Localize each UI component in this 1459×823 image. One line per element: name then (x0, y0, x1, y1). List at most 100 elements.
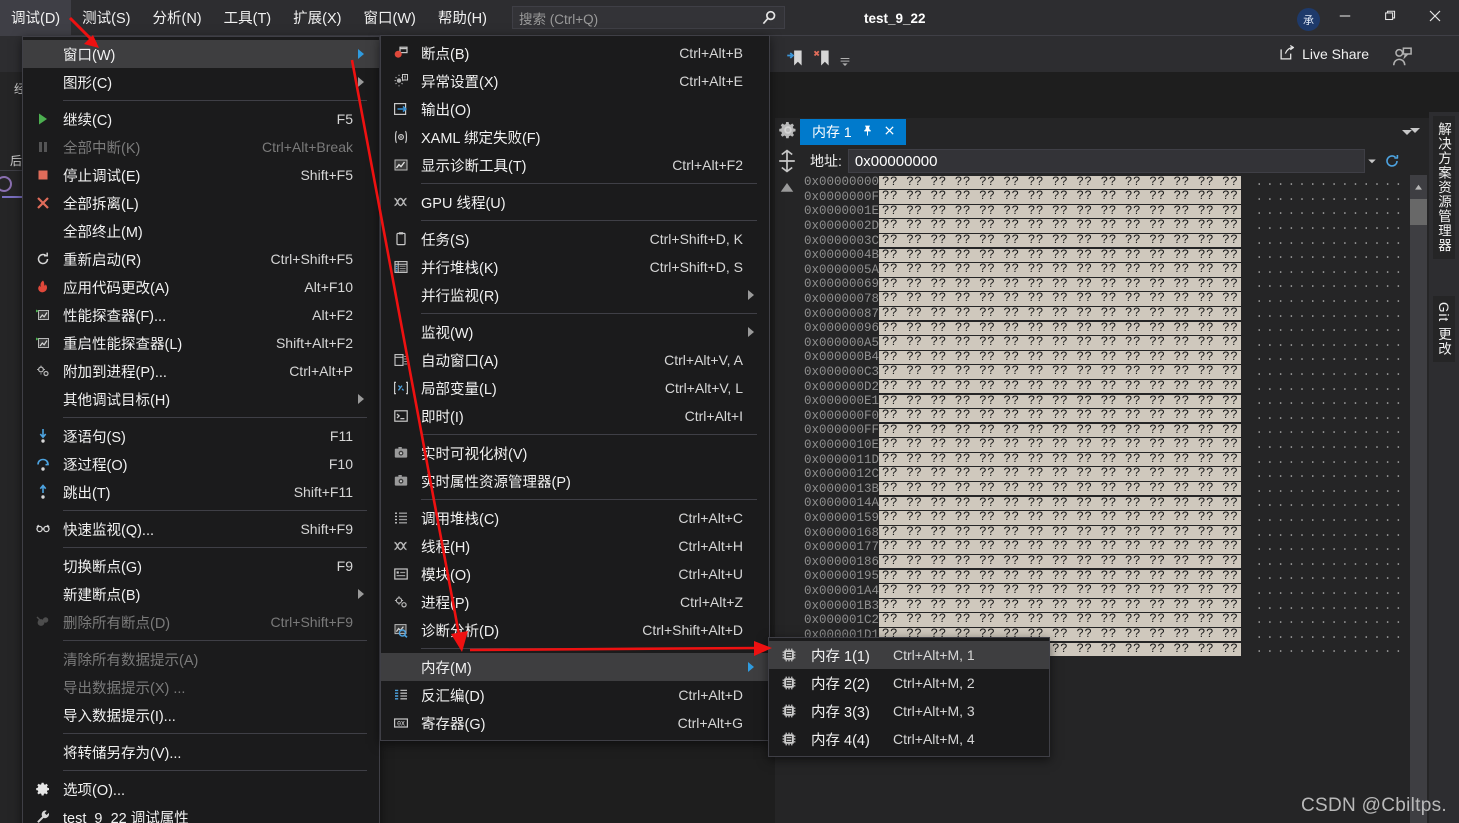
menu-item[interactable]: 调用堆栈(C) Ctrl+Alt+C (381, 504, 769, 532)
memory-row-hex[interactable]: ?? ?? ?? ?? ?? ?? ?? ?? ?? ?? ?? ?? ?? ?… (879, 175, 1242, 189)
memory-row-hex[interactable]: ?? ?? ?? ?? ?? ?? ?? ?? ?? ?? ?? ?? ?? ?… (879, 408, 1242, 423)
minimize-button[interactable] (1322, 0, 1367, 32)
menu-item[interactable]: 线程(H) Ctrl+Alt+H (381, 532, 769, 560)
memory-row[interactable]: 0x0000014A?? ?? ?? ?? ?? ?? ?? ?? ?? ?? … (800, 496, 1405, 511)
memory-row-hex[interactable]: ?? ?? ?? ?? ?? ?? ?? ?? ?? ?? ?? ?? ?? ?… (879, 583, 1242, 598)
menu-item[interactable]: 窗口(W) (23, 40, 379, 68)
memory-row[interactable]: 0x0000003C?? ?? ?? ?? ?? ?? ?? ?? ?? ?? … (800, 233, 1405, 248)
memory-row[interactable]: 0x000000D2?? ?? ?? ?? ?? ?? ?? ?? ?? ?? … (800, 379, 1405, 394)
memory-row[interactable]: 0x00000177?? ?? ?? ?? ?? ?? ?? ?? ?? ?? … (800, 540, 1405, 555)
bookmark-next-icon[interactable] (786, 48, 806, 68)
memory-row-hex[interactable]: ?? ?? ?? ?? ?? ?? ?? ?? ?? ?? ?? ?? ?? ?… (879, 277, 1242, 292)
menu-item[interactable]: 重启性能探查器(L) Shift+Alt+F2 (23, 329, 379, 357)
memory-row[interactable]: 0x00000069?? ?? ?? ?? ?? ?? ?? ?? ?? ?? … (800, 277, 1405, 292)
menu-item[interactable]: 图形(C) (23, 68, 379, 96)
memory-row-hex[interactable]: ?? ?? ?? ?? ?? ?? ?? ?? ?? ?? ?? ?? ?? ?… (879, 452, 1242, 467)
memory-row-hex[interactable]: ?? ?? ?? ?? ?? ?? ?? ?? ?? ?? ?? ?? ?? ?… (879, 335, 1242, 350)
menu-item[interactable]: 进程(P) Ctrl+Alt+Z (381, 588, 769, 616)
memory-row[interactable]: 0x0000001E?? ?? ?? ?? ?? ?? ?? ?? ?? ?? … (800, 204, 1405, 219)
search-icon[interactable] (760, 9, 778, 27)
memory-row-hex[interactable]: ?? ?? ?? ?? ?? ?? ?? ?? ?? ?? ?? ?? ?? ?… (879, 189, 1242, 204)
right-dock-chevron-down-icon[interactable] (1407, 122, 1423, 141)
memory-row-hex[interactable]: ?? ?? ?? ?? ?? ?? ?? ?? ?? ?? ?? ?? ?? ?… (879, 540, 1242, 554)
avatar[interactable]: 承 (1297, 8, 1320, 31)
menubar-item-analyze[interactable]: 分析(N) (141, 0, 212, 35)
menu-item[interactable]: 内存 2(2) Ctrl+Alt+M, 2 (769, 669, 1049, 697)
bookmark-clear-icon[interactable] (813, 48, 833, 68)
menubar-item-extensions[interactable]: 扩展(X) (282, 0, 352, 35)
memory-row[interactable]: 0x000001B3?? ?? ?? ?? ?? ?? ?? ?? ?? ?? … (800, 598, 1405, 613)
tab-memory-1[interactable]: 内存 1 (800, 119, 906, 145)
menubar-item-help[interactable]: 帮助(H) (427, 0, 498, 35)
menu-item[interactable]: 选项(O)... (23, 775, 379, 803)
memory-row[interactable]: 0x00000195?? ?? ?? ?? ?? ?? ?? ?? ?? ?? … (800, 569, 1405, 584)
memory-row[interactable]: 0x0000005A?? ?? ?? ?? ?? ?? ?? ?? ?? ?? … (800, 262, 1405, 278)
menu-item[interactable]: 实时可视化树(V) (381, 439, 769, 467)
scroll-up-icon[interactable] (777, 178, 797, 198)
menu-item[interactable]: 内存 4(4) Ctrl+Alt+M, 4 (769, 725, 1049, 753)
memory-row[interactable]: 0x000000FF?? ?? ?? ?? ?? ?? ?? ?? ?? ?? … (800, 423, 1405, 438)
memory-row-hex[interactable]: ?? ?? ?? ?? ?? ?? ?? ?? ?? ?? ?? ?? ?? ?… (879, 321, 1242, 335)
memory-row[interactable]: 0x000000E1?? ?? ?? ?? ?? ?? ?? ?? ?? ?? … (800, 394, 1405, 409)
menu-item[interactable]: 模块(O) Ctrl+Alt+U (381, 560, 769, 588)
account-icon[interactable] (1391, 46, 1413, 68)
memory-row-hex[interactable]: ?? ?? ?? ?? ?? ?? ?? ?? ?? ?? ?? ?? ?? ?… (879, 423, 1242, 438)
memory-row-hex[interactable]: ?? ?? ?? ?? ?? ?? ?? ?? ?? ?? ?? ?? ?? ?… (879, 248, 1242, 262)
menu-memory-submenu[interactable]: 内存 1(1) Ctrl+Alt+M, 1 内存 2(2) Ctrl+Alt+M, 2… (768, 637, 1050, 757)
memory-row-hex[interactable]: ?? ?? ?? ?? ?? ?? ?? ?? ?? ?? ?? ?? ?? ?… (879, 233, 1242, 248)
memory-row[interactable]: 0x0000011D?? ?? ?? ?? ?? ?? ?? ?? ?? ?? … (800, 452, 1405, 467)
close-icon[interactable] (883, 124, 896, 140)
memory-row[interactable]: 0x0000002D?? ?? ?? ?? ?? ?? ?? ?? ?? ?? … (800, 218, 1405, 234)
menu-item[interactable]: 其他调试目标(H) (23, 385, 379, 413)
menu-item[interactable]: 监视(W) (381, 318, 769, 346)
menu-item[interactable]: 导入数据提示(I)... (23, 701, 379, 729)
live-share-button[interactable]: Live Share (1279, 44, 1369, 64)
menu-item[interactable]: 并行堆栈(K) Ctrl+Shift+D, S (381, 253, 769, 281)
menu-item[interactable]: 并行监视(R) (381, 281, 769, 309)
memory-row[interactable]: 0x00000078?? ?? ?? ?? ?? ?? ?? ?? ?? ?? … (800, 291, 1405, 307)
memory-row-hex[interactable]: ?? ?? ?? ?? ?? ?? ?? ?? ?? ?? ?? ?? ?? ?… (879, 554, 1242, 569)
memory-row-hex[interactable]: ?? ?? ?? ?? ?? ?? ?? ?? ?? ?? ?? ?? ?? ?… (879, 496, 1242, 511)
memory-row-hex[interactable]: ?? ?? ?? ?? ?? ?? ?? ?? ?? ?? ?? ?? ?? ?… (879, 598, 1242, 613)
menu-debug-window-submenu[interactable]: 断点(B) Ctrl+Alt+B 异常设置(X) Ctrl+Alt+E 输出(O) XAM… (380, 35, 770, 741)
pin-icon[interactable] (861, 124, 874, 140)
memory-row[interactable]: 0x0000010E?? ?? ?? ?? ?? ?? ?? ?? ?? ?? … (800, 437, 1405, 453)
menu-item[interactable]: 逐过程(O) F10 (23, 450, 379, 478)
memory-row[interactable]: 0x0000013B?? ?? ?? ?? ?? ?? ?? ?? ?? ?? … (800, 481, 1405, 496)
menu-item[interactable]: 继续(C) F5 (23, 105, 379, 133)
memory-row-hex[interactable]: ?? ?? ?? ?? ?? ?? ?? ?? ?? ?? ?? ?? ?? ?… (879, 569, 1242, 584)
menu-item[interactable]: 全部终止(M) (23, 217, 379, 245)
menu-item[interactable]: 任务(S) Ctrl+Shift+D, K (381, 225, 769, 253)
menu-item[interactable]: 新建断点(B) (23, 580, 379, 608)
memory-row-hex[interactable]: ?? ?? ?? ?? ?? ?? ?? ?? ?? ?? ?? ?? ?? ?… (879, 204, 1242, 219)
menubar-item-tools[interactable]: 工具(T) (213, 0, 283, 35)
memory-row[interactable]: 0x00000000?? ?? ?? ?? ?? ?? ?? ?? ?? ?? … (800, 175, 1405, 190)
memory-row-hex[interactable]: ?? ?? ?? ?? ?? ?? ?? ?? ?? ?? ?? ?? ?? ?… (879, 467, 1242, 481)
toolbar-overflow-icon[interactable] (838, 55, 858, 75)
memory-row-hex[interactable]: ?? ?? ?? ?? ?? ?? ?? ?? ?? ?? ?? ?? ?? ?… (879, 379, 1242, 394)
memory-row-hex[interactable]: ?? ?? ?? ?? ?? ?? ?? ?? ?? ?? ?? ?? ?? ?… (879, 306, 1242, 321)
menu-item[interactable]: 内存 3(3) Ctrl+Alt+M, 3 (769, 697, 1049, 725)
menubar-item-window[interactable]: 窗口(W) (352, 0, 426, 35)
memory-row[interactable]: 0x0000012C?? ?? ?? ?? ?? ?? ?? ?? ?? ?? … (800, 467, 1405, 482)
memory-row[interactable]: 0x0000000F?? ?? ?? ?? ?? ?? ?? ?? ?? ?? … (800, 189, 1405, 205)
menu-item[interactable]: XAML 绑定失败(F) (381, 123, 769, 151)
menu-item[interactable]: 输出(O) (381, 95, 769, 123)
menu-item[interactable]: 跳出(T) Shift+F11 (23, 478, 379, 506)
memory-row-hex[interactable]: ?? ?? ?? ?? ?? ?? ?? ?? ?? ?? ?? ?? ?? ?… (879, 613, 1242, 627)
vtab-solution-explorer[interactable]: 解决方案资源管理器 (1433, 116, 1455, 259)
menu-item[interactable]: 性能探查器(F)... Alt+F2 (23, 301, 379, 329)
address-input[interactable]: 0x00000000 (847, 149, 1365, 173)
memory-row-hex[interactable]: ?? ?? ?? ?? ?? ?? ?? ?? ?? ?? ?? ?? ?? ?… (879, 394, 1242, 408)
menu-item[interactable]: 异常设置(X) Ctrl+Alt+E (381, 67, 769, 95)
memory-row[interactable]: 0x00000096?? ?? ?? ?? ?? ?? ?? ?? ?? ?? … (800, 321, 1405, 336)
maximize-button[interactable] (1367, 0, 1412, 32)
close-button[interactable] (1412, 0, 1457, 32)
menu-item[interactable]: 将转储另存为(V)... (23, 738, 379, 766)
memory-row-hex[interactable]: ?? ?? ?? ?? ?? ?? ?? ?? ?? ?? ?? ?? ?? ?… (879, 525, 1242, 540)
memory-vertical-scrollbar[interactable] (1410, 175, 1427, 823)
menu-item[interactable]: 应用代码更改(A) Alt+F10 (23, 273, 379, 301)
memory-row[interactable]: 0x00000186?? ?? ?? ?? ?? ?? ?? ?? ?? ?? … (800, 554, 1405, 569)
menu-item[interactable]: 重新启动(R) Ctrl+Shift+F5 (23, 245, 379, 273)
menu-item[interactable]: test_9_22 调试属性 (23, 803, 379, 823)
